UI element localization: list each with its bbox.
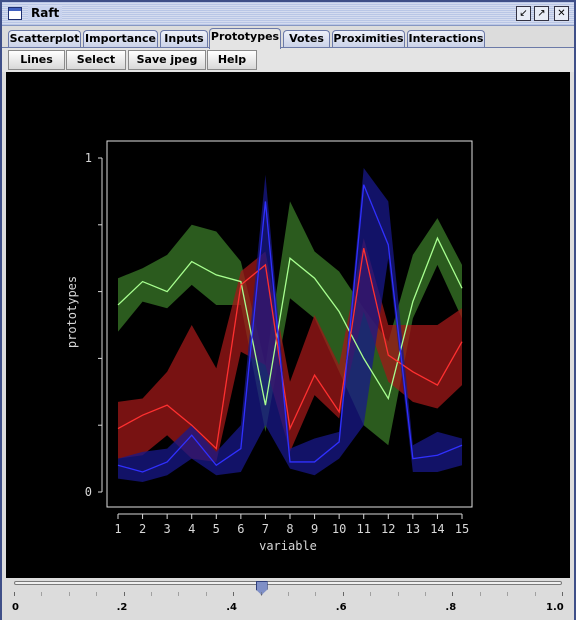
select-button[interactable]: Select bbox=[66, 50, 126, 70]
x-tick-label: 1 bbox=[114, 522, 121, 536]
x-tick-label: 10 bbox=[332, 522, 346, 536]
slider-panel: 0 .2 .4 .6 .8 1.0 bbox=[2, 578, 574, 620]
window-title: Raft bbox=[28, 6, 63, 20]
slider-tick bbox=[507, 592, 509, 596]
tab-inputs[interactable]: Inputs bbox=[160, 30, 208, 48]
slider-tick bbox=[534, 592, 536, 596]
minimize-icon[interactable]: ↙ bbox=[516, 6, 531, 21]
slider-tick bbox=[397, 592, 399, 596]
x-tick-label: 3 bbox=[164, 522, 171, 536]
slider-tick bbox=[479, 592, 481, 596]
tab-interactions[interactable]: Interactions bbox=[407, 30, 485, 48]
prototypes-chart: 011 2 3 4 5 6 7 8 9 10 11 12 13 14 15 prototypes varia… bbox=[65, 140, 473, 553]
lines-button[interactable]: Lines bbox=[8, 50, 65, 70]
help-button[interactable]: Help bbox=[207, 50, 257, 70]
x-tick-label: 14 bbox=[430, 522, 444, 536]
x-tick-label: 2 bbox=[139, 522, 146, 536]
x-tick-label: 15 bbox=[455, 522, 469, 536]
slider-tick-label: 0 bbox=[12, 602, 19, 613]
x-tick-label: 12 bbox=[381, 522, 395, 536]
y-axis-label: prototypes bbox=[65, 276, 79, 348]
threshold-slider[interactable] bbox=[14, 581, 562, 595]
x-tick-label: 9 bbox=[311, 522, 318, 536]
slider-tick bbox=[260, 592, 262, 596]
x-tick-label: 4 bbox=[188, 522, 195, 536]
slider-tick-label: 1.0 bbox=[546, 602, 564, 613]
slider-tick bbox=[425, 592, 426, 596]
slider-tick bbox=[205, 592, 207, 596]
x-tick-label: 5 bbox=[213, 522, 220, 536]
tab-votes[interactable]: Votes bbox=[283, 30, 330, 48]
slider-tick bbox=[342, 592, 344, 596]
slider-tick bbox=[151, 592, 152, 596]
close-icon[interactable]: ✕ bbox=[554, 6, 569, 21]
slider-tick bbox=[178, 592, 180, 596]
plot-canvas[interactable]: 0 1 1 2 3 4 5 6 7 8 9 10 11 12 13 14 15 prototypes varia… bbox=[6, 72, 570, 578]
window-app-icon bbox=[8, 7, 22, 20]
x-tick-label: 7 bbox=[262, 522, 269, 536]
maximize-icon[interactable]: ↗ bbox=[534, 6, 549, 21]
slider-tick-label: .4 bbox=[226, 602, 237, 613]
y-tick-label: 1 bbox=[85, 151, 92, 165]
tab-proximities[interactable]: Proximities bbox=[332, 30, 405, 48]
slider-tick bbox=[14, 592, 15, 596]
slider-tick-label: .6 bbox=[335, 602, 347, 613]
slider-thumb[interactable] bbox=[255, 581, 268, 595]
app-window: Raft ↙ ↗ ✕ Scatterplot Importance Inputs… bbox=[0, 0, 576, 620]
slider-tick bbox=[315, 592, 317, 596]
slider-tick-label: .2 bbox=[116, 602, 128, 613]
x-tick-label: 6 bbox=[237, 522, 244, 536]
slider-tick-label: .8 bbox=[445, 602, 457, 613]
tab-prototypes[interactable]: Prototypes bbox=[209, 28, 281, 49]
tab-scatterplot[interactable]: Scatterplot bbox=[8, 30, 81, 48]
x-tick-label: 8 bbox=[286, 522, 293, 536]
slider-tick bbox=[123, 592, 125, 596]
slider-tick bbox=[233, 592, 235, 596]
x-tick-label: 13 bbox=[406, 522, 420, 536]
tab-strip: Scatterplot Importance Inputs Prototypes… bbox=[2, 28, 574, 49]
y-tick-label: 0 bbox=[85, 485, 92, 499]
slider-tick bbox=[41, 592, 43, 596]
slider-tick bbox=[370, 592, 372, 596]
slider-tick bbox=[96, 592, 98, 596]
slider-tick bbox=[452, 592, 454, 596]
slider-tick bbox=[562, 592, 563, 596]
slider-tick bbox=[288, 592, 289, 596]
x-axis-label: variable bbox=[259, 539, 317, 553]
save-jpeg-button[interactable]: Save jpeg bbox=[128, 50, 206, 70]
title-bar[interactable]: Raft ↙ ↗ ✕ bbox=[2, 2, 574, 26]
tab-importance[interactable]: Importance bbox=[83, 30, 158, 48]
x-tick-label: 11 bbox=[356, 522, 370, 536]
toolbar: Lines Select Save jpeg Help bbox=[2, 48, 574, 72]
slider-tick bbox=[68, 592, 70, 596]
